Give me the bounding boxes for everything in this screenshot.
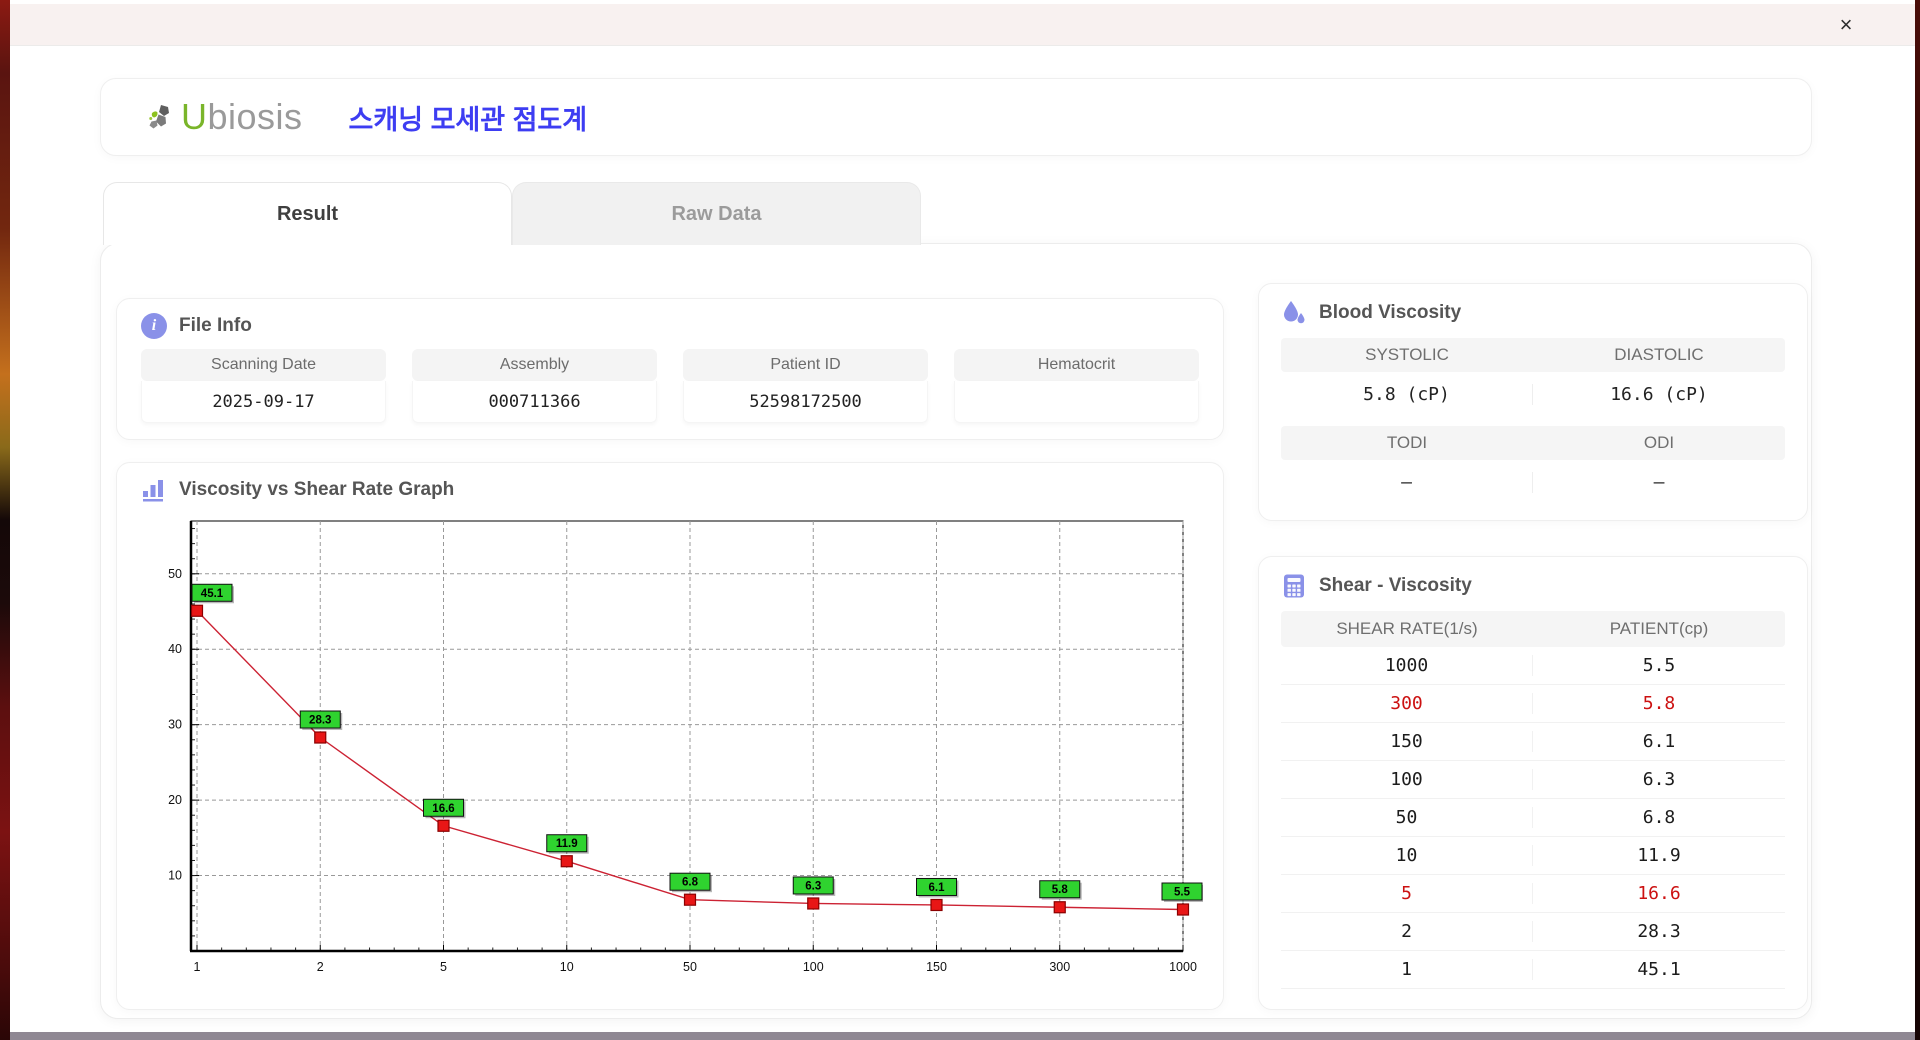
todi-value: –	[1281, 471, 1533, 493]
table-row: 1000 5.5	[1281, 647, 1785, 685]
window-titlebar: ×	[10, 4, 1915, 46]
patient-cell: 6.1	[1642, 731, 1676, 752]
svg-text:100: 100	[803, 960, 824, 974]
info-icon: i	[141, 313, 167, 339]
svg-text:6.8: 6.8	[682, 877, 699, 889]
patient-cell: 6.3	[1642, 769, 1676, 790]
calculator-icon	[1284, 574, 1304, 598]
systolic-label: SYSTOLIC	[1365, 345, 1449, 364]
field-value: 000711366	[412, 381, 657, 423]
shear-viscosity-title: Shear - Viscosity	[1319, 575, 1472, 596]
field-label: Assembly	[412, 349, 657, 381]
field-patient-id: Patient ID 52598172500	[683, 349, 928, 423]
shear-rate-cell: 5	[1281, 883, 1533, 904]
table-row: 1 45.1	[1281, 951, 1785, 989]
shear-rate-cell: 10	[1281, 845, 1533, 866]
shear-rate-cell: 1000	[1281, 655, 1533, 676]
shear-viscosity-card: Shear - Viscosity SHEAR RATE(1/s) PATIEN…	[1258, 556, 1808, 1010]
shear-rate-cell: 300	[1281, 693, 1533, 714]
blood-viscosity-title: Blood Viscosity	[1319, 302, 1462, 323]
file-info-title: File Info	[179, 315, 252, 336]
tab-raw-data[interactable]: Raw Data	[512, 182, 921, 245]
taskbar-edge	[0, 1032, 1920, 1040]
shear-rate-cell: 100	[1281, 769, 1533, 790]
shear-rate-cell: 2	[1281, 921, 1533, 942]
viscosity-graph-card: Viscosity vs Shear Rate Graph 10 20 30 40 50…	[116, 462, 1224, 1010]
field-scanning-date: Scanning Date 2025-09-17	[141, 349, 386, 423]
table-row: 10 11.9	[1281, 837, 1785, 875]
svg-text:2: 2	[317, 960, 324, 974]
svg-text:150: 150	[926, 960, 947, 974]
blood-viscosity-card: Blood Viscosity SYSTOLIC DIASTOLIC 5.8 (…	[1258, 283, 1808, 521]
field-label: Scanning Date	[141, 349, 386, 381]
bar-chart-icon	[143, 480, 163, 502]
file-info-card: i File Info Scanning Date 2025-09-17 Ass…	[116, 298, 1224, 440]
odi-label: ODI	[1643, 433, 1675, 452]
field-label: Hematocrit	[954, 349, 1199, 381]
svg-text:1000: 1000	[1169, 960, 1197, 974]
shear-table-body: 1000 5.5 300 5.8 150 6.1 100 6.3 50 6.8 10 11.9 5 16.…	[1281, 647, 1785, 989]
field-assembly: Assembly 000711366	[412, 349, 657, 423]
patient-column-header: PATIENT(cp)	[1609, 619, 1709, 638]
svg-text:10: 10	[168, 869, 182, 883]
svg-text:20: 20	[168, 793, 182, 807]
ubiosis-logo-icon	[149, 105, 169, 129]
todi-label: TODI	[1386, 433, 1428, 452]
field-value: 2025-09-17	[141, 381, 386, 423]
odi-value: –	[1653, 471, 1665, 493]
svg-text:5.5: 5.5	[1174, 887, 1191, 899]
svg-text:16.6: 16.6	[432, 803, 454, 815]
field-label: Patient ID	[683, 349, 928, 381]
app-header-card: Ubiosis 스캐닝 모세관 점도계	[100, 78, 1812, 156]
patient-cell: 16.6	[1637, 883, 1681, 904]
diastolic-value: 16.6 (cP)	[1610, 383, 1708, 405]
svg-text:6.1: 6.1	[929, 882, 946, 894]
patient-cell: 5.8	[1642, 693, 1676, 714]
patient-cell: 6.8	[1642, 807, 1676, 828]
close-icon[interactable]: ×	[1832, 13, 1860, 37]
svg-text:50: 50	[168, 567, 182, 581]
desktop-wallpaper-left-edge	[0, 0, 10, 1040]
diastolic-label: DIASTOLIC	[1614, 345, 1704, 364]
field-hematocrit: Hematocrit	[954, 349, 1199, 423]
svg-text:28.3: 28.3	[309, 715, 331, 727]
table-row: 5 16.6	[1281, 875, 1785, 913]
field-value: 52598172500	[683, 381, 928, 423]
patient-cell: 11.9	[1637, 845, 1681, 866]
tab-result[interactable]: Result	[103, 182, 512, 245]
svg-text:5.8: 5.8	[1052, 884, 1069, 896]
table-row: 2 28.3	[1281, 913, 1785, 951]
patient-cell: 5.5	[1642, 655, 1676, 676]
table-row: 100 6.3	[1281, 761, 1785, 799]
shear-rate-column-header: SHEAR RATE(1/s)	[1336, 619, 1478, 638]
app-title: 스캐닝 모세관 점도계	[348, 104, 588, 135]
shear-rate-cell: 150	[1281, 731, 1533, 752]
graph-title: Viscosity vs Shear Rate Graph	[179, 479, 455, 500]
svg-text:30: 30	[168, 718, 182, 732]
svg-text:6.3: 6.3	[805, 880, 821, 892]
ubiosis-logo: Ubiosis	[149, 96, 303, 138]
svg-text:300: 300	[1049, 960, 1070, 974]
table-row: 300 5.8	[1281, 685, 1785, 723]
plot-area: 10 20 30 40 50 1 2 5 10 50 100 150 300 1000 45.1 28.3 16…	[143, 511, 1204, 994]
table-row: 50 6.8	[1281, 799, 1785, 837]
field-value	[954, 381, 1199, 423]
svg-text:50: 50	[683, 960, 697, 974]
droplets-icon	[1284, 301, 1305, 324]
patient-cell: 45.1	[1637, 959, 1681, 980]
svg-text:5: 5	[440, 960, 447, 974]
desktop-wallpaper-right-edge	[1915, 0, 1920, 1040]
logo-wordmark: Ubiosis	[181, 96, 303, 137]
svg-text:11.9: 11.9	[556, 838, 578, 850]
svg-text:10: 10	[560, 960, 574, 974]
shear-rate-cell: 50	[1281, 807, 1533, 828]
table-row: 150 6.1	[1281, 723, 1785, 761]
viscosity-chart: 10 20 30 40 50 1 2 5 10 50 100 150 300 1000 45.1 28.3 16…	[168, 520, 1204, 974]
shear-rate-cell: 1	[1281, 959, 1533, 980]
patient-cell: 28.3	[1637, 921, 1681, 942]
systolic-value: 5.8 (cP)	[1281, 383, 1533, 405]
svg-text:45.1: 45.1	[201, 588, 224, 600]
svg-text:1: 1	[194, 960, 201, 974]
svg-text:40: 40	[168, 642, 182, 656]
